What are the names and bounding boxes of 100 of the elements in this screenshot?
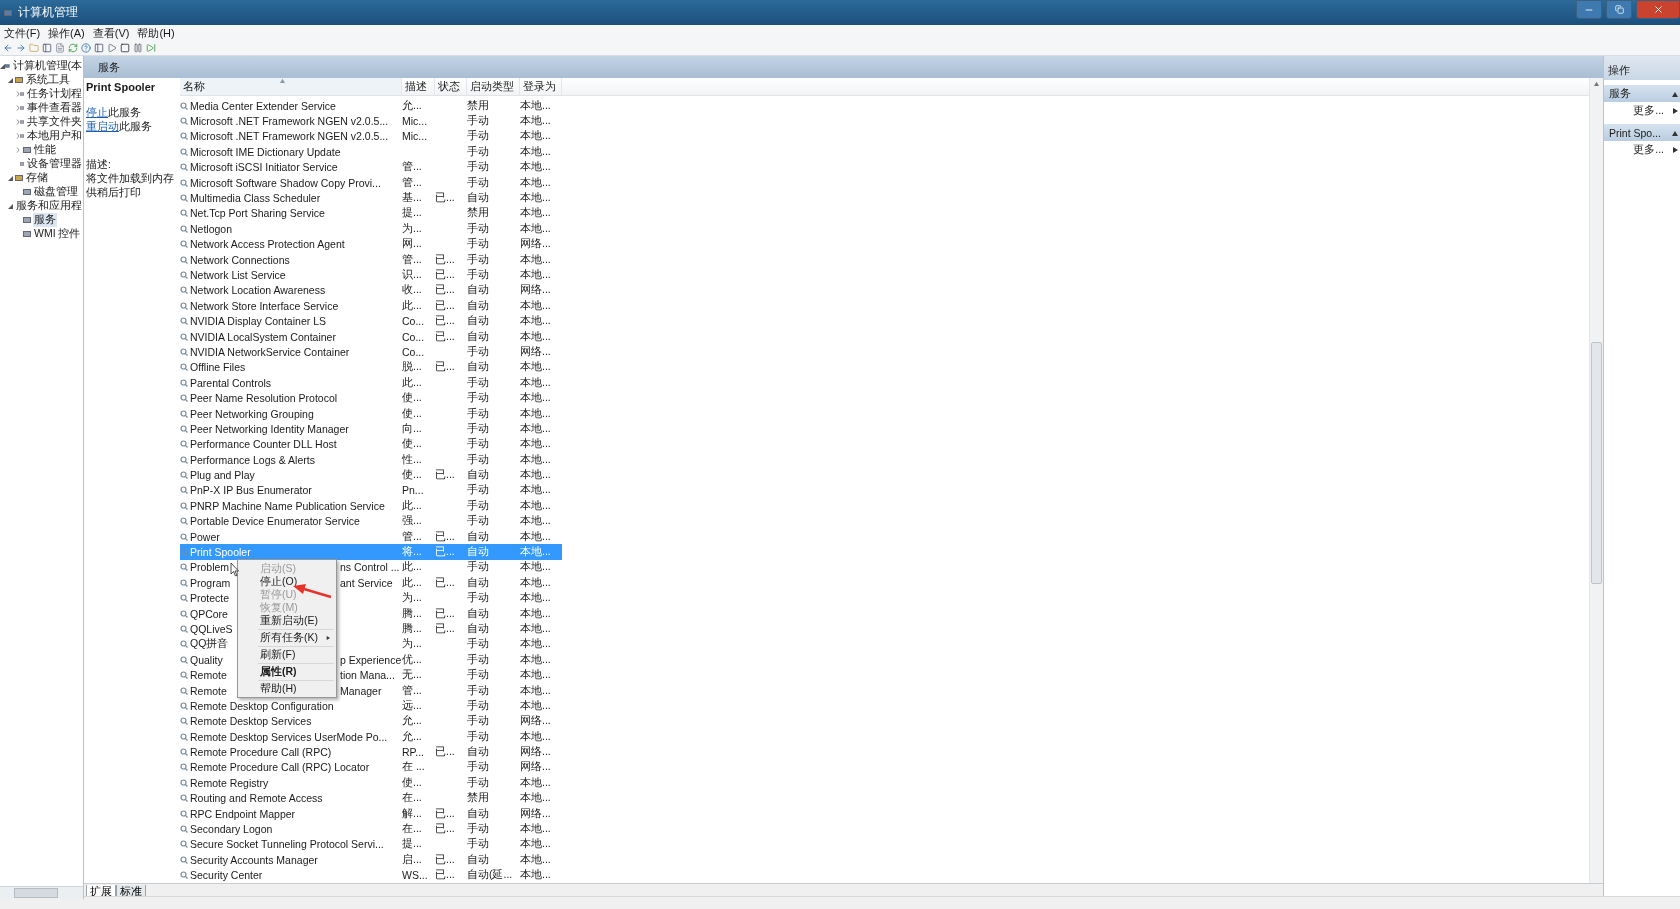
expanded-arrow-icon[interactable] (8, 175, 13, 181)
action-link[interactable]: 重启动 (86, 120, 119, 132)
scrollbar-thumb[interactable] (1591, 342, 1602, 584)
tree-item[interactable]: 系统工具 (25, 73, 71, 87)
expanded-arrow-icon[interactable] (8, 203, 13, 209)
folder-button[interactable] (29, 43, 39, 53)
action-item[interactable]: 更多... (1604, 141, 1680, 158)
service-name[interactable]: Remote Desktop Services UserMode Po... (190, 730, 388, 743)
column-header[interactable]: 描述 (402, 78, 435, 95)
service-name[interactable]: Program (190, 576, 231, 589)
menu-item[interactable]: 帮助(H) (137, 25, 175, 41)
tree-item[interactable]: 性能 (33, 143, 57, 157)
tree-item[interactable]: 磁盘管理 (33, 185, 79, 199)
service-name[interactable]: Media Center Extender Service (190, 99, 336, 112)
service-name[interactable]: Power (190, 530, 220, 543)
context-menu-item[interactable]: 刷新(F) (238, 648, 336, 661)
menu-item[interactable]: 操作(A) (48, 25, 85, 41)
context-menu-item[interactable]: 所有任务(K) (238, 631, 336, 644)
pause-button[interactable] (133, 43, 143, 53)
tree-item[interactable]: 设备管理器 (26, 157, 83, 171)
service-name[interactable]: QPCore (190, 607, 228, 620)
service-name[interactable]: Performance Counter DLL Host (190, 438, 337, 451)
context-menu-item[interactable]: 重新启动(E) (238, 614, 336, 627)
service-name[interactable]: Remote Registry (190, 776, 269, 789)
vertical-scrollbar[interactable] (1589, 78, 1603, 883)
service-name[interactable]: Microsoft .NET Framework NGEN v2.0.5... (190, 115, 389, 128)
tree-item[interactable]: 本地用户和 (26, 129, 83, 143)
context-menu-item[interactable]: 停止(O) (238, 575, 336, 588)
minimize-button[interactable] (1576, 0, 1602, 19)
tree-item[interactable]: 计算机管理(本 (11, 59, 83, 73)
service-name[interactable]: Remote Procedure Call (RPC) Locator (190, 761, 370, 774)
column-header[interactable]: 启动类型 (467, 78, 520, 95)
service-name[interactable]: Quality (190, 653, 223, 666)
service-name[interactable]: Network Connections (190, 253, 290, 266)
play-button[interactable] (107, 43, 117, 53)
column-header[interactable]: 状态 (435, 78, 467, 95)
service-name[interactable]: NVIDIA NetworkService Container (190, 345, 350, 358)
service-name[interactable]: Netlogon (190, 222, 233, 235)
help-button[interactable] (81, 43, 91, 53)
service-name[interactable]: Remote Desktop Services (190, 715, 312, 728)
stop-button[interactable] (120, 43, 130, 53)
service-name[interactable]: Protecte (190, 592, 230, 605)
service-name[interactable]: NVIDIA Display Container LS (190, 315, 326, 328)
menu-item[interactable]: 文件(F) (4, 25, 41, 41)
horizontal-scrollbar[interactable] (0, 885, 83, 899)
service-name[interactable]: Parental Controls (190, 376, 272, 389)
service-name[interactable]: Network Store Interface Service (190, 299, 339, 312)
service-name[interactable]: Microsoft Software Shadow Copy Provi... (190, 176, 381, 189)
service-name[interactable]: RPC Endpoint Mapper (190, 807, 296, 820)
service-name[interactable]: Problem (190, 561, 230, 574)
back-button[interactable] (3, 43, 13, 53)
service-name[interactable]: Performance Logs & Alerts (190, 453, 315, 466)
panel-button[interactable] (94, 43, 104, 53)
service-name[interactable]: Routing and Remote Access (190, 792, 323, 805)
service-name[interactable]: Microsoft iSCSI Initiator Service (190, 161, 338, 174)
service-name[interactable]: Offline Files (190, 361, 246, 374)
service-name[interactable]: Peer Networking Identity Manager (190, 422, 349, 435)
tree-item[interactable]: 服务和应用程 (15, 199, 83, 213)
tree-item[interactable]: 共享文件夹 (26, 115, 83, 129)
service-name[interactable]: Microsoft IME Dictionary Update (190, 145, 341, 158)
tree-item[interactable]: WMI 控件 (33, 227, 82, 241)
service-name[interactable]: Portable Device Enumerator Service (190, 515, 360, 528)
service-name[interactable]: Microsoft .NET Framework NGEN v2.0.5... (190, 130, 389, 143)
service-name[interactable]: Remote Procedure Call (RPC) (190, 746, 332, 759)
tree-item[interactable]: 存储 (25, 171, 49, 185)
service-name[interactable]: Multimedia Class Scheduler (190, 192, 321, 205)
service-name[interactable]: Security Center (190, 869, 263, 882)
tree-item[interactable]: 事件查看器 (26, 101, 83, 115)
service-name[interactable]: Remote Desktop Configuration (190, 699, 334, 712)
service-name[interactable]: PNRP Machine Name Publication Service (190, 499, 385, 512)
service-name[interactable]: PnP-X IP Bus Enumerator (190, 484, 312, 497)
section-header[interactable]: Print Spo... (1604, 124, 1680, 141)
service-name[interactable]: Peer Name Resolution Protocol (190, 392, 338, 405)
forward-button[interactable] (16, 43, 26, 53)
service-name[interactable]: Network Access Protection Agent (190, 238, 345, 251)
column-header[interactable]: 名称 (180, 78, 402, 95)
action-link[interactable]: 停止 (86, 106, 108, 118)
tree-item[interactable]: 任务计划程 (26, 87, 83, 101)
service-name[interactable]: Remote (190, 669, 227, 682)
service-name[interactable]: QQ拼音 (190, 637, 229, 652)
tree-item[interactable]: 服务 (33, 213, 57, 227)
service-name[interactable]: QQLiveS (190, 622, 233, 635)
service-name[interactable]: Network List Service (190, 269, 286, 281)
service-name[interactable]: Network Location Awareness (190, 284, 326, 297)
restart-button[interactable] (146, 43, 156, 53)
service-name[interactable]: Net.Tcp Port Sharing Service (190, 207, 325, 220)
refresh-button[interactable] (68, 43, 78, 53)
context-menu-item[interactable]: 属性(R) (238, 665, 336, 678)
section-header[interactable]: 服务 (1604, 85, 1680, 102)
expanded-arrow-icon[interactable] (0, 63, 5, 69)
action-item[interactable]: 更多... (1604, 102, 1680, 119)
context-menu-item[interactable]: 帮助(H) (238, 682, 336, 695)
service-name[interactable]: NVIDIA LocalSystem Container (190, 330, 336, 343)
service-name[interactable]: Plug and Play (190, 469, 255, 482)
service-name[interactable]: Remote (190, 684, 227, 697)
menu-item[interactable]: 查看(V) (92, 25, 130, 41)
expanded-arrow-icon[interactable] (8, 77, 13, 83)
service-name[interactable]: Security Accounts Manager (190, 853, 318, 866)
service-name[interactable]: Secure Socket Tunneling Protocol Servi... (190, 838, 384, 851)
restore-button[interactable] (1606, 0, 1632, 19)
